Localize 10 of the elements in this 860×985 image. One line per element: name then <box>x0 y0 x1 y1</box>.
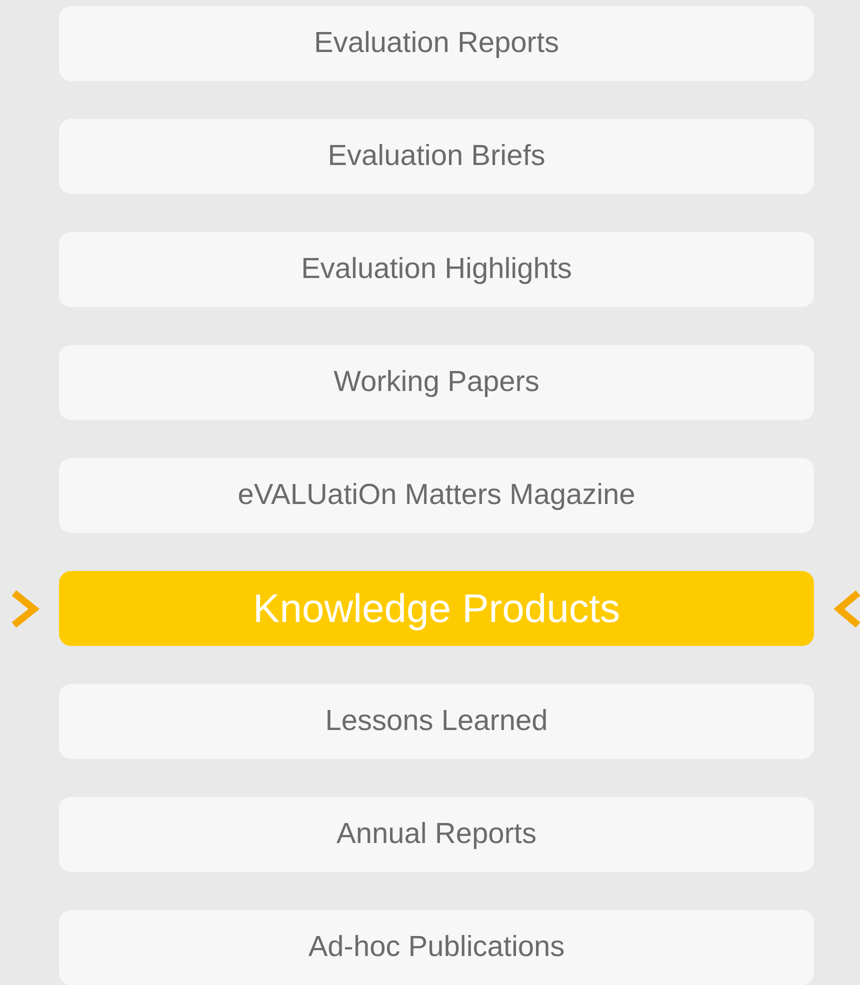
menu-button[interactable]: Ad-hoc Publications <box>59 910 814 985</box>
menu-button[interactable]: Evaluation Briefs <box>59 119 814 194</box>
menu-button[interactable]: Annual Reports <box>59 797 814 872</box>
chevron-right-icon <box>10 588 40 628</box>
menu-button[interactable]: Evaluation Reports <box>59 6 814 81</box>
menu-button[interactable]: Evaluation Highlights <box>59 232 814 307</box>
menu-button[interactable]: Working Papers <box>59 345 814 420</box>
menu-button[interactable]: Lessons Learned <box>59 684 814 759</box>
menu-button[interactable]: eVALUatiOn Matters Magazine <box>59 458 814 533</box>
chevron-left-icon <box>834 588 860 628</box>
